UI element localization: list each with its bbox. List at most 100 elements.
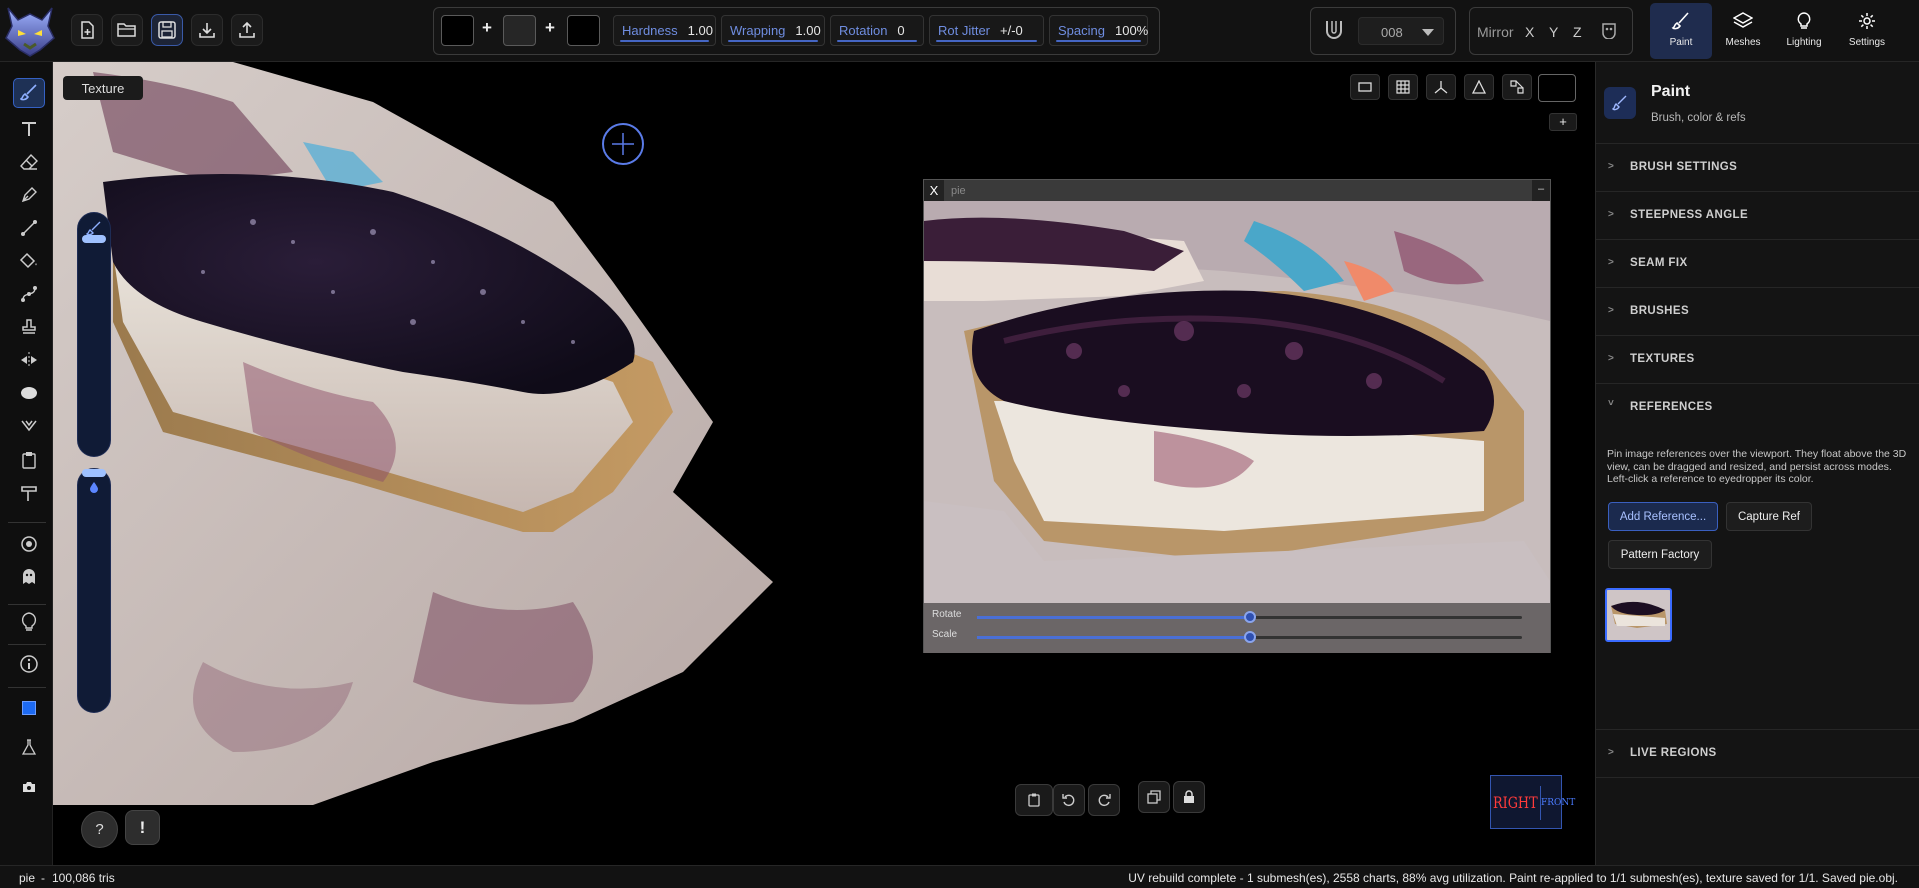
tab-lighting[interactable]: Lighting: [1773, 3, 1835, 59]
open-button[interactable]: [111, 14, 143, 46]
color-indicator[interactable]: [13, 693, 45, 723]
magnet-icon[interactable]: [1323, 19, 1345, 41]
mirror-y-toggle[interactable]: Y: [1549, 24, 1558, 40]
wireframe-toggle-button[interactable]: [1464, 74, 1494, 100]
tab-paint[interactable]: Paint: [1650, 3, 1712, 59]
view-cube[interactable]: RIGHT FRONT: [1490, 775, 1575, 829]
rotation-param[interactable]: Rotation 0: [830, 15, 924, 46]
add-reference-button[interactable]: Add Reference...: [1608, 502, 1718, 531]
brush-icon: [1612, 95, 1627, 111]
brush-cursor-icon: [602, 123, 644, 165]
clipboard-button[interactable]: [1015, 784, 1053, 816]
tab-paint-label: Paint: [1669, 37, 1693, 48]
rot-jitter-param[interactable]: Rot Jitter +/-0: [929, 15, 1044, 46]
reference-image[interactable]: Rotate Scale: [924, 201, 1550, 653]
camera-tool[interactable]: [13, 772, 45, 802]
secondary-color-swatch[interactable]: [503, 15, 536, 46]
section-references-label[interactable]: REFERENCES: [1630, 401, 1713, 413]
import-button[interactable]: [191, 14, 223, 46]
section-seam-fix[interactable]: > SEAM FIX: [1596, 240, 1919, 288]
line-tool[interactable]: [13, 213, 45, 243]
smudge-tool[interactable]: [13, 411, 45, 441]
mask-icon[interactable]: [1600, 21, 1618, 39]
mirror-tool[interactable]: [13, 345, 45, 375]
lock-button[interactable]: [1173, 781, 1205, 813]
section-references: ˅ REFERENCES Pin image references over t…: [1596, 384, 1919, 730]
section-brush-settings[interactable]: > BRUSH SETTINGS: [1596, 144, 1919, 192]
redo-icon: [1098, 794, 1111, 807]
view-cube-right[interactable]: RIGHT: [1493, 793, 1538, 812]
brush-opacity-slider[interactable]: [77, 468, 111, 713]
mirror-z-toggle[interactable]: Z: [1573, 24, 1582, 40]
wrapping-param[interactable]: Wrapping 1.00: [721, 15, 825, 46]
curve-tool[interactable]: [13, 279, 45, 309]
undo-button[interactable]: [1053, 784, 1085, 816]
eraser-tool[interactable]: [13, 147, 45, 177]
smear-tool[interactable]: [13, 478, 45, 508]
stamp-tool[interactable]: [13, 312, 45, 342]
brush-size-slider[interactable]: [77, 212, 111, 457]
view-cube-front[interactable]: FRONT: [1540, 786, 1575, 820]
capture-ref-button[interactable]: Capture Ref: [1726, 502, 1812, 531]
save-button[interactable]: [151, 14, 183, 46]
reference-window[interactable]: X pie – Rotate Scale: [923, 179, 1551, 653]
chevron-down-icon[interactable]: ˅: [1608, 398, 1614, 409]
target-tool[interactable]: [13, 529, 45, 559]
blob-tool[interactable]: [13, 378, 45, 408]
snapshot-button[interactable]: [1138, 781, 1170, 813]
grid-toggle-button[interactable]: [1388, 74, 1418, 100]
pen-tool[interactable]: [13, 180, 45, 210]
reference-window-header[interactable]: X pie –: [924, 180, 1550, 201]
help-button[interactable]: ?: [81, 811, 118, 848]
alert-button[interactable]: !: [125, 810, 160, 845]
section-live-regions[interactable]: > LIVE REGIONS: [1596, 730, 1919, 778]
pattern-factory-button[interactable]: Pattern Factory: [1608, 540, 1712, 569]
export-button[interactable]: [231, 14, 263, 46]
tertiary-color-swatch[interactable]: [567, 15, 600, 46]
light-tool[interactable]: [13, 607, 45, 637]
3d-viewport[interactable]: Texture + X pie – Rotate Scale RIGHT FRO…: [53, 62, 1595, 865]
tab-meshes[interactable]: Meshes: [1712, 3, 1774, 59]
scale-slider[interactable]: [977, 631, 1522, 643]
rotate-slider-fill: [977, 616, 1250, 619]
flask-tool[interactable]: [13, 732, 45, 762]
view-single-button[interactable]: [1350, 74, 1380, 100]
rotate-slider[interactable]: [977, 611, 1522, 623]
scale-slider-knob[interactable]: [1243, 631, 1256, 643]
reference-thumbnail[interactable]: [1605, 588, 1672, 642]
undo-icon: [1062, 794, 1075, 807]
axis-toggle-button[interactable]: [1426, 74, 1456, 100]
wrapping-label: Wrapping: [730, 23, 786, 38]
uv-toggle-button[interactable]: [1502, 74, 1532, 100]
hardness-param[interactable]: Hardness 1.00: [613, 15, 716, 46]
ghost-tool[interactable]: [13, 562, 45, 592]
save-icon: [158, 21, 176, 39]
brush-icon: [1671, 12, 1689, 30]
brush-select[interactable]: 008: [1358, 17, 1444, 45]
rotate-slider-knob[interactable]: [1243, 611, 1256, 623]
text-tool[interactable]: [13, 114, 45, 144]
tab-settings[interactable]: Settings: [1836, 3, 1898, 59]
panel-subtitle: Brush, color & refs: [1651, 112, 1746, 124]
spacing-param[interactable]: Spacing 100%: [1049, 15, 1148, 46]
new-file-button[interactable]: [71, 14, 103, 46]
brush-size-handle[interactable]: [82, 235, 106, 243]
section-textures[interactable]: > TEXTURES: [1596, 336, 1919, 384]
scale-slider-fill: [977, 636, 1250, 639]
section-brushes[interactable]: > BRUSHES: [1596, 288, 1919, 336]
background-color-swatch[interactable]: [1538, 74, 1576, 102]
reference-close-button[interactable]: X: [924, 180, 944, 201]
plus-icon: +: [482, 18, 492, 37]
info-button[interactable]: [13, 649, 45, 679]
paint-brush-tool[interactable]: [13, 78, 45, 108]
primary-color-swatch[interactable]: [441, 15, 474, 46]
redo-button[interactable]: [1088, 784, 1120, 816]
section-steepness-angle[interactable]: > STEEPNESS ANGLE: [1596, 192, 1919, 240]
camera-icon: [23, 782, 35, 792]
brush-opacity-handle[interactable]: [82, 469, 106, 477]
mirror-x-toggle[interactable]: X: [1525, 24, 1534, 40]
reference-minimize-button[interactable]: –: [1532, 180, 1550, 201]
fill-tool[interactable]: [13, 246, 45, 276]
clipboard-tool[interactable]: [13, 445, 45, 475]
add-viewport-button[interactable]: +: [1549, 113, 1577, 131]
